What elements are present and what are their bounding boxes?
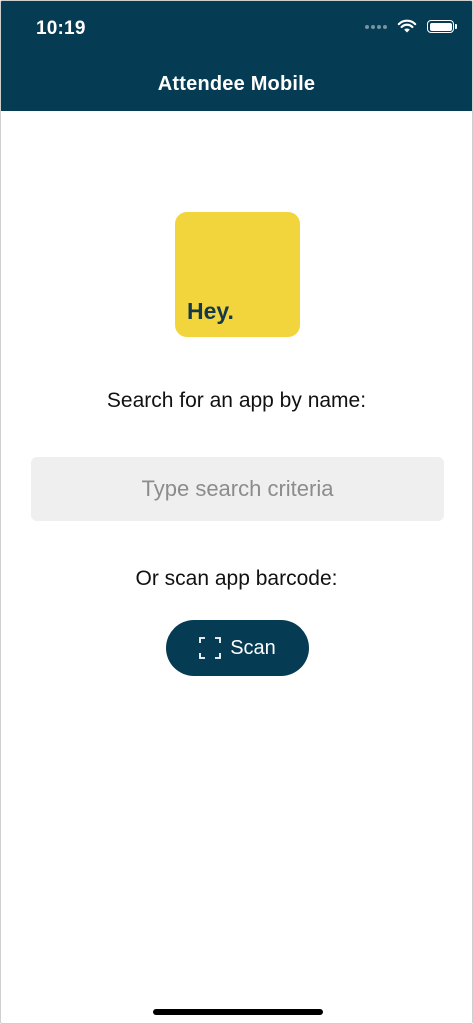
app-logo: Hey. [175, 212, 300, 337]
logo-text: Hey. [187, 298, 234, 324]
app-header: 10:19 Attendee Mobile [1, 1, 472, 111]
scan-button-label: Scan [230, 636, 276, 659]
scan-label: Or scan app barcode: [135, 567, 338, 590]
scan-frame-icon [199, 637, 222, 659]
search-input[interactable] [31, 457, 444, 521]
status-time: 10:19 [36, 18, 86, 39]
wifi-icon [397, 19, 417, 34]
page-title: Attendee Mobile [157, 73, 316, 95]
search-label: Search for an app by name: [106, 389, 367, 412]
app-screen: 10:19 Attendee Mobile Hey. Search for an… [0, 0, 473, 1024]
battery-icon [427, 20, 457, 33]
signal-dots-icon [365, 24, 387, 29]
home-indicator [153, 1009, 323, 1015]
scan-button[interactable]: Scan [166, 620, 309, 676]
status-icons [365, 19, 457, 34]
